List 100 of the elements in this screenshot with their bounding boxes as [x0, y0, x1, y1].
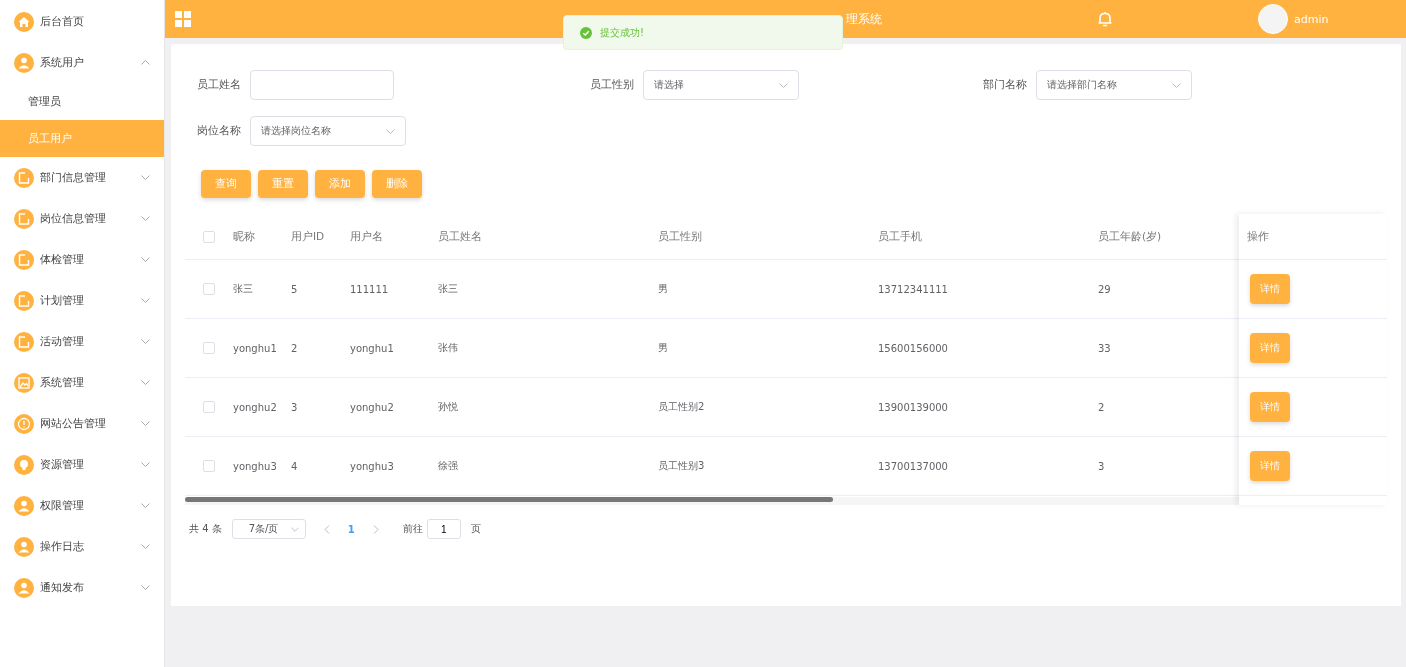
table-cell-text: 张三 [438, 282, 459, 296]
toast-message: 提交成功! [600, 25, 644, 40]
checkbox[interactable] [203, 342, 215, 354]
scrollbar[interactable] [185, 497, 1239, 505]
table-cell-text: 2 [1098, 401, 1106, 413]
table-cell-text: 员工性别3 [658, 459, 706, 473]
chevron-down-icon[interactable] [141, 503, 150, 508]
chevron-down-icon[interactable] [141, 462, 150, 467]
column-header: 用户名 [350, 229, 384, 244]
note-icon [14, 208, 34, 229]
menu-item[interactable]: 系统用户 [0, 42, 164, 83]
total-count: 共 4 条 [189, 522, 222, 536]
chevron-down-icon [779, 82, 788, 88]
menu-label: 计划管理 [40, 293, 85, 308]
chevron-down-icon[interactable] [141, 216, 150, 221]
table-cell-text: yonghu1 [233, 342, 278, 354]
table-cell-text: 29 [1098, 283, 1112, 295]
grid-menu-icon[interactable] [175, 11, 191, 27]
menu-item[interactable]: 网站公告管理 [0, 403, 164, 444]
table-cell-text: 员工性别2 [658, 400, 706, 414]
note-icon [14, 290, 34, 311]
select-field[interactable]: 请选择部门名称 [1036, 70, 1192, 100]
menu-item[interactable]: 后台首页 [0, 1, 164, 42]
user-icon [14, 577, 34, 598]
user-icon [14, 495, 34, 516]
table-cell-text: 男 [658, 341, 669, 355]
menu-label: 权限管理 [40, 498, 85, 513]
table-cell-text: 4 [291, 460, 299, 472]
checkbox[interactable] [203, 283, 215, 295]
goto-label: 前往 [402, 522, 423, 536]
app-title: 理系统 [846, 10, 882, 28]
table-cell-text: 孙悦 [438, 400, 459, 414]
column-header: 操作 [1247, 229, 1269, 244]
note-icon [14, 167, 34, 188]
chevron-down-icon[interactable] [141, 339, 150, 344]
bell-icon[interactable] [1097, 10, 1113, 28]
filter-label: 部门名称 [983, 78, 1027, 92]
chevron-up-icon[interactable] [141, 60, 150, 65]
chevron-down-icon[interactable] [141, 257, 150, 262]
menu-label: 操作日志 [40, 539, 85, 554]
table-cell-text: 3 [291, 401, 299, 413]
menu-item[interactable]: 操作日志 [0, 526, 164, 567]
menu-label: 资源管理 [40, 457, 85, 472]
bulb-icon [14, 454, 34, 475]
menu-item[interactable]: 权限管理 [0, 485, 164, 526]
avatar[interactable] [1258, 4, 1288, 34]
table-cell-text: 张三 [233, 282, 254, 296]
table-cell-text: 13712341111 [878, 283, 949, 295]
menu-item[interactable]: 体检管理 [0, 239, 164, 280]
table-cell-text: 13900139000 [878, 401, 949, 413]
filter-label: 员工性别 [590, 78, 634, 92]
menu-item[interactable]: 系统管理 [0, 362, 164, 403]
chevron-down-icon[interactable] [141, 380, 150, 385]
table-cell-text: 15600156000 [878, 342, 949, 354]
note-icon [14, 249, 34, 270]
table-cell-text: yonghu3 [350, 460, 395, 472]
menu-item[interactable]: 部门信息管理 [0, 157, 164, 198]
menu-item[interactable]: 岗位信息管理 [0, 198, 164, 239]
input-field[interactable] [250, 70, 394, 100]
menu-item[interactable]: 通知发布 [0, 567, 164, 608]
chevron-down-icon [1172, 82, 1181, 88]
column-header: 员工姓名 [438, 229, 483, 244]
checkbox[interactable] [203, 401, 215, 413]
chevron-down-icon[interactable] [141, 544, 150, 549]
column-header: 昵称 [233, 229, 256, 244]
select-field[interactable]: 请选择岗位名称 [250, 116, 406, 146]
previous-page-icon[interactable] [323, 524, 330, 534]
menu-label: 网站公告管理 [40, 416, 107, 431]
menu-item[interactable]: 计划管理 [0, 280, 164, 321]
image-icon [14, 372, 34, 393]
menu-item[interactable]: 资源管理 [0, 444, 164, 485]
chevron-down-icon[interactable] [141, 175, 150, 180]
table-cell-text: yonghu2 [233, 401, 278, 413]
table-cell-text: 3 [1098, 460, 1106, 472]
table-cell-text: 111111 [350, 283, 390, 295]
page-size-select[interactable]: 7条/页 [231, 519, 306, 539]
chevron-down-icon [290, 526, 299, 532]
table-cell-text: yonghu1 [350, 342, 395, 354]
select-field[interactable]: 请选择 [643, 70, 799, 100]
note-icon [14, 331, 34, 352]
chevron-down-icon[interactable] [141, 585, 150, 590]
checkbox[interactable] [203, 460, 215, 472]
menu-label: 体检管理 [40, 252, 85, 267]
menu-label: 通知发布 [40, 580, 85, 595]
chevron-down-icon [386, 128, 395, 134]
next-page-icon[interactable] [372, 524, 379, 534]
chevron-down-icon[interactable] [141, 421, 150, 426]
menu-label: 系统管理 [40, 375, 85, 390]
table-cell-text: yonghu2 [350, 401, 395, 413]
submenu-item[interactable]: 管理员 [0, 83, 164, 120]
menu-label: 岗位信息管理 [40, 211, 107, 226]
table-cell-text: 33 [1098, 342, 1112, 354]
menu-item[interactable]: 活动管理 [0, 321, 164, 362]
table-cell-text: yonghu3 [233, 460, 278, 472]
chevron-down-icon[interactable] [141, 298, 150, 303]
table-cell-text: 2 [291, 342, 299, 354]
page-input[interactable]: 1 [426, 519, 461, 539]
user-icon [14, 536, 34, 557]
table-cell-text: 张伟 [438, 341, 459, 355]
checkbox[interactable] [203, 230, 215, 243]
